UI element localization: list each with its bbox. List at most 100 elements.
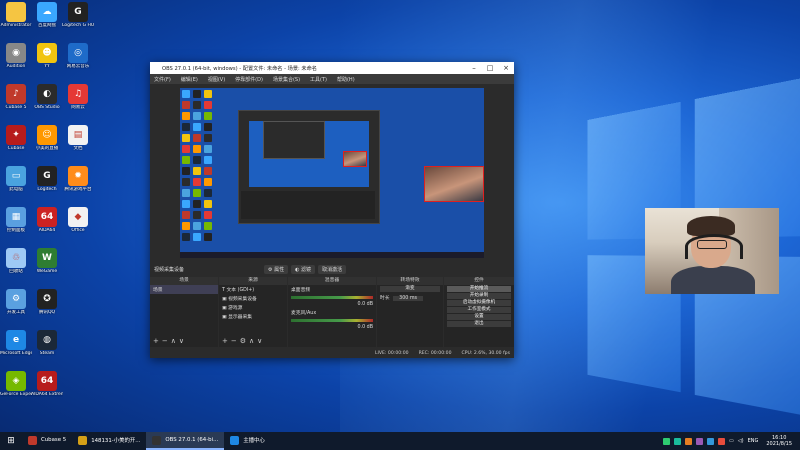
language-indicator[interactable]: ENG (748, 438, 759, 444)
desktop-icon[interactable]: ♪ Cubase 5 (0, 84, 32, 110)
clock[interactable]: 16:10 2021/8/15 (762, 435, 796, 447)
menu-item[interactable]: 文件(F) (154, 76, 171, 83)
taskbar-apps: Cubase 5 148131-小美的开... OBS 27.0.1 (64-bi.… (22, 432, 271, 450)
menu-item[interactable]: 停靠部件(D) (235, 76, 263, 83)
desktop-icon-label: 小美的直播 (31, 146, 63, 151)
preview-mini-icon (193, 167, 201, 175)
nested-facecam (343, 151, 367, 167)
close-icon[interactable]: × (498, 64, 514, 72)
control-button[interactable]: 退出 (447, 321, 511, 327)
control-button[interactable]: 设置 (447, 314, 511, 320)
obs-titlebar[interactable]: OBS 27.0.1 (64-bit, windows) - 配置文件: 未命名… (150, 62, 514, 74)
desktop-icon[interactable]: 64AIDA64 Extreme (31, 371, 63, 397)
desktop-icon-label: 文档 (62, 146, 94, 151)
taskbar-item[interactable]: 主播中心 (224, 432, 271, 450)
menu-item[interactable]: 视图(V) (208, 76, 225, 83)
desktop-icon[interactable]: ◐ OBS Studio (31, 84, 63, 110)
control-button[interactable]: 开始录制 (447, 293, 511, 299)
desktop-icon[interactable]: ⚙ 开发工具 (0, 289, 32, 315)
volume-icon[interactable]: ◁) (738, 438, 744, 444)
network-icon[interactable]: ▭ (729, 438, 734, 444)
menu-item[interactable]: 帮助(H) (337, 76, 355, 83)
obs-window[interactable]: OBS 27.0.1 (64-bit, windows) - 配置文件: 未命名… (150, 62, 514, 358)
taskbar-item[interactable]: Cubase 5 (22, 432, 72, 450)
transitions-header: 转场特效 (377, 277, 443, 285)
desktop-icon[interactable]: ✪ 腾讯QQ (31, 289, 63, 315)
source-item[interactable]: T 文本 (GDI+) (219, 285, 287, 294)
minimize-icon[interactable]: – (466, 64, 482, 72)
mixer-channel-name: 桌面音频 (288, 285, 376, 294)
menu-item[interactable]: 工具(T) (310, 76, 327, 83)
desktop-icon[interactable]: 64 AIDA64 (31, 207, 63, 233)
filters-button[interactable]: ◐ 滤镜 (291, 265, 315, 274)
desktop-icon-label: Office (62, 228, 94, 233)
desktop-icon-label: 网易云 (62, 105, 94, 110)
menu-item[interactable]: 场景集合(S) (273, 76, 300, 83)
scene-item[interactable]: 场景 (150, 285, 218, 294)
source-label: 显示器采集 (228, 315, 252, 320)
deactivate-button[interactable]: 取消激活 (318, 265, 346, 274)
desktop-icon-label: 网易云音乐 (62, 64, 94, 69)
person-hair (687, 216, 735, 236)
desktop-icon[interactable]: ♫ 网易云 (62, 84, 94, 110)
windows-start-icon[interactable]: ⊞ (0, 432, 22, 450)
glasses (697, 240, 727, 249)
tray-app-icon[interactable] (663, 438, 670, 445)
desktop-icon[interactable]: G Logitech (31, 166, 63, 192)
preview-mini-icon (182, 134, 190, 142)
desktop-icon[interactable]: ✦ Cubase (0, 125, 32, 151)
desktop-icon[interactable]: W WeGame (31, 248, 63, 274)
desktop-icon[interactable]: ☁ 百度网盘 (31, 2, 63, 28)
tray-app-icon[interactable] (696, 438, 703, 445)
source-item[interactable]: ▣ 显示器采集 (219, 312, 287, 321)
desktop-icon[interactable]: ▦ 控制面板 (0, 207, 32, 233)
desktop-icon[interactable]: ♲ 回收站 (0, 248, 32, 274)
desktop-icon[interactable]: ◍ Steam (31, 330, 63, 356)
cpu-status: CPU: 2.6%, 30.00 fps (462, 351, 510, 356)
preview-mini-icon (204, 222, 212, 230)
desktop-icon[interactable]: ✹ 腾讯游戏平台 (62, 166, 94, 192)
preview-mini-icon (182, 222, 190, 230)
desktop-icon[interactable]: ◉ Audition (0, 43, 32, 69)
menu-item[interactable]: 编辑(E) (181, 76, 198, 83)
taskbar-item[interactable]: OBS 27.0.1 (64-bi... (146, 432, 224, 450)
transition-select[interactable]: 渐变 (380, 286, 440, 292)
scene-toolbar: 视频采集设备 ⚙ 属性 ◐ 滤镜 取消激活 (150, 264, 514, 275)
scene-tools[interactable]: +−∧∨ (153, 337, 187, 345)
tray-app-icon[interactable] (718, 438, 725, 445)
control-button[interactable]: 工作室模式 (447, 307, 511, 313)
audio-meter (291, 319, 373, 322)
desktop-icon[interactable]: ◈GeForce Experience (0, 371, 32, 397)
app-icon: ▤ (68, 125, 88, 145)
desktop-icon[interactable]: Administrator (0, 2, 32, 28)
control-button[interactable]: 启动虚拟摄像机 (447, 300, 511, 306)
app-icon: 64 (37, 207, 57, 227)
taskbar-item[interactable]: 148131-小美的开... (72, 432, 146, 450)
desktop-icon[interactable]: ▤ 文档 (62, 125, 94, 151)
clock-date: 2021/8/15 (766, 441, 792, 447)
desktop-icon[interactable]: ◆ Office (62, 207, 94, 233)
desktop-icon[interactable]: ▭ 此电脑 (0, 166, 32, 192)
control-button[interactable]: 开始推流 (447, 286, 511, 292)
preview-mini-icon (193, 222, 201, 230)
obs-preview[interactable] (180, 88, 484, 258)
desktop-icon[interactable]: ☺ 小美的直播 (31, 125, 63, 151)
preview-mini-icon (204, 112, 212, 120)
desktop-icon-label: 回收站 (0, 269, 32, 274)
app-icon: ☻ (37, 43, 57, 63)
desktop-icon[interactable]: e Microsoft Edge (0, 330, 32, 356)
source-item[interactable]: ▣ 游戏源 (219, 303, 287, 312)
source-tools[interactable]: +−⚙∧∨ (222, 337, 265, 345)
tray-app-icon[interactable] (707, 438, 714, 445)
desktop-icon[interactable]: G Logitech G HUB (62, 2, 94, 28)
source-item[interactable]: ▣ 视频采集设备 (219, 294, 287, 303)
tray-app-icon[interactable] (685, 438, 692, 445)
duration-input[interactable]: 300 ms (393, 296, 423, 301)
preview-mini-icon (182, 189, 190, 197)
desktop-icon[interactable]: ☻ YY (31, 43, 63, 69)
tray-app-icon[interactable] (674, 438, 681, 445)
properties-button[interactable]: ⚙ 属性 (264, 265, 288, 274)
desktop-icon[interactable]: ◎ 网易云音乐 (62, 43, 94, 69)
maximize-icon[interactable]: □ (482, 64, 498, 72)
desktop-icon-label: Administrator (0, 23, 32, 28)
